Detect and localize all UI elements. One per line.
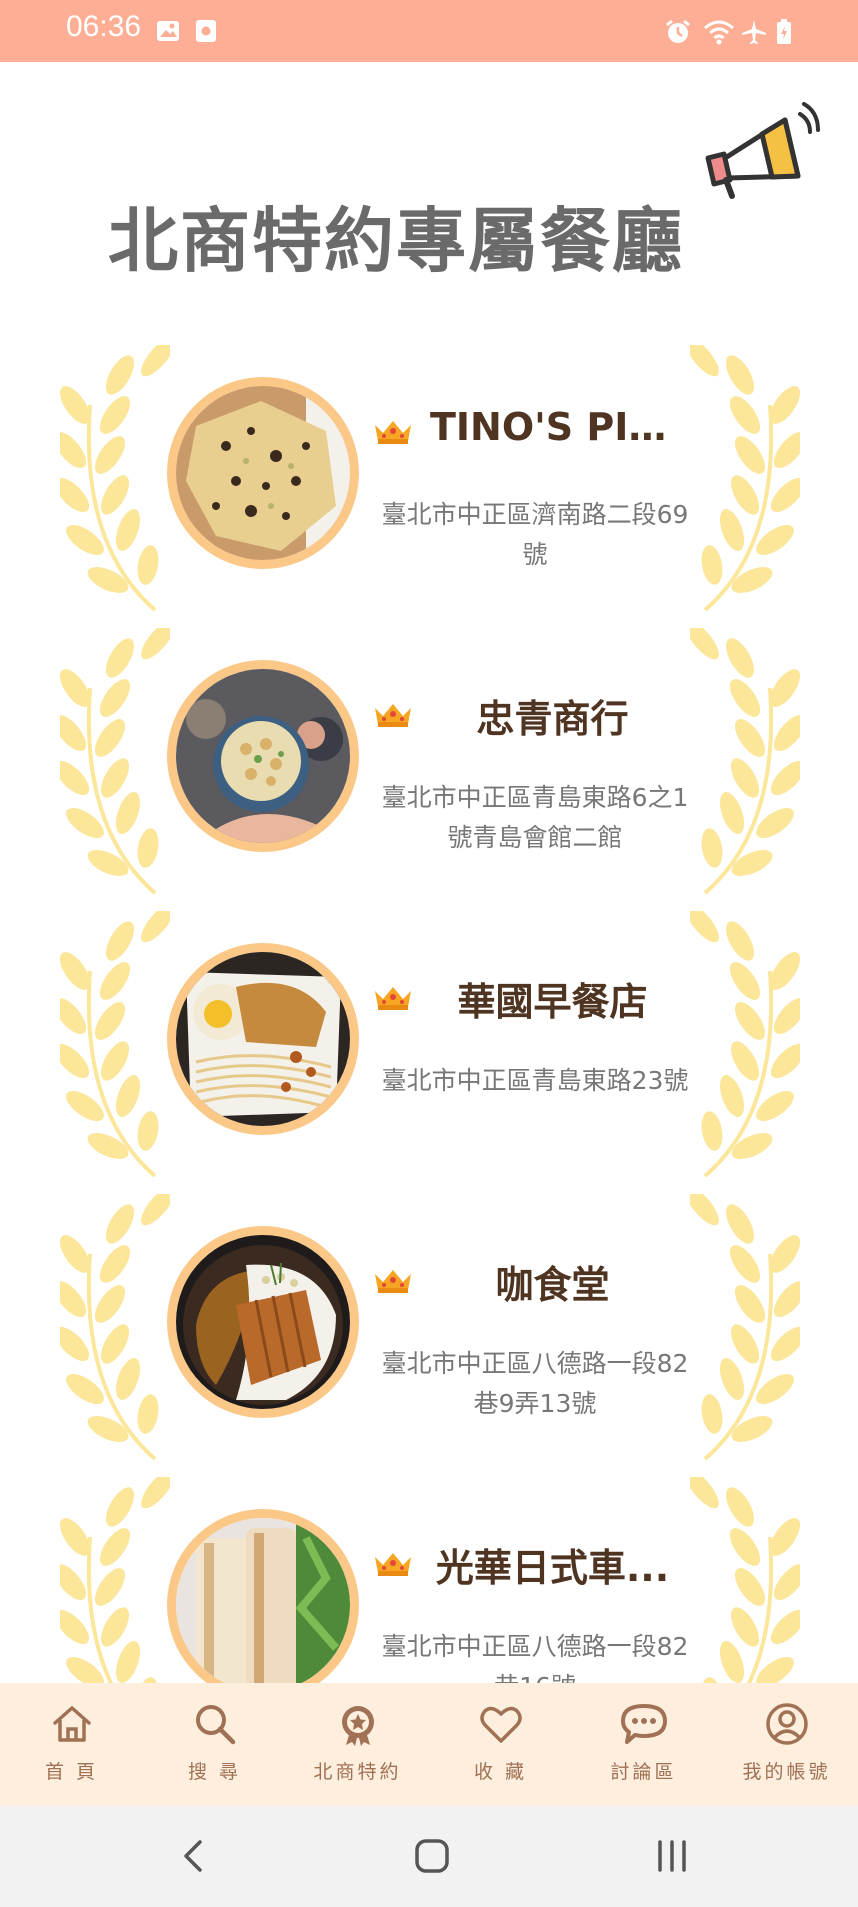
crown-icon xyxy=(373,700,413,732)
status-time: 06:36 xyxy=(66,10,142,43)
laurel-left-icon xyxy=(60,911,170,1178)
restaurant-address: 臺北市中正區青島東路23號 xyxy=(381,1066,689,1095)
airplane-icon xyxy=(740,18,768,50)
restaurant-card[interactable]: TINO'S PIZ... 臺北市中正區濟南路二段69號 xyxy=(0,335,858,618)
restaurant-card[interactable]: 華國早餐店 臺北市中正區青島東路23號 xyxy=(0,901,858,1184)
image-icon xyxy=(155,18,181,48)
alarm-icon xyxy=(664,18,692,50)
search-icon xyxy=(143,1701,286,1751)
restaurant-address: 臺北市中正區濟南路二段69號 xyxy=(381,500,689,569)
laurel-right-icon xyxy=(690,1194,800,1461)
restaurant-photo-rice-bowl[interactable] xyxy=(167,660,359,852)
restaurant-photo-pizza[interactable] xyxy=(167,377,359,569)
crown-icon xyxy=(373,1266,413,1298)
nav-label: 討論區 xyxy=(610,1761,677,1783)
restaurant-photo-noodles-egg[interactable] xyxy=(167,943,359,1135)
nav-account[interactable]: 我的帳號 xyxy=(715,1701,858,1784)
laurel-left-icon xyxy=(60,345,170,612)
battery-icon xyxy=(775,18,793,50)
laurel-left-icon xyxy=(60,1194,170,1461)
nav-label: 搜 尋 xyxy=(187,1761,242,1783)
restaurant-address: 臺北市中正區八德路一段82巷16號 xyxy=(381,1632,689,1685)
restaurant-list[interactable]: TINO'S PIZ... 臺北市中正區濟南路二段69號 忠青商行 臺北市中正區… xyxy=(0,335,858,1685)
restaurant-address: 臺北市中正區八德路一段82巷9弄13號 xyxy=(381,1349,689,1418)
nav-label: 首 頁 xyxy=(44,1761,99,1783)
nav-home[interactable]: 首 頁 xyxy=(0,1701,143,1784)
nav-label: 北商特約 xyxy=(313,1761,402,1783)
nav-label: 收 藏 xyxy=(473,1761,528,1783)
home-button-icon[interactable] xyxy=(412,1836,452,1880)
status-bar: 06:36 xyxy=(0,0,858,62)
restaurant-photo-wheel-cake[interactable] xyxy=(167,1509,359,1685)
crown-icon xyxy=(373,983,413,1015)
laurel-right-icon xyxy=(690,628,800,895)
nav-forum[interactable]: 討論區 xyxy=(572,1701,715,1784)
nav-label: 我的帳號 xyxy=(742,1761,831,1783)
crown-icon xyxy=(373,417,413,449)
nav-partner[interactable]: 北商特約 xyxy=(286,1701,429,1784)
wifi-icon xyxy=(703,18,735,50)
system-nav-bar xyxy=(0,1806,858,1907)
restaurant-address: 臺北市中正區青島東路6之1號青島會館二館 xyxy=(381,783,689,852)
restaurant-name[interactable]: 華國早餐店 xyxy=(430,971,675,1026)
page-title: 北商特約專屬餐廳 xyxy=(108,200,684,282)
restaurant-name[interactable]: 忠青商行 xyxy=(430,688,675,743)
laurel-right-icon xyxy=(690,345,800,612)
heart-icon xyxy=(429,1701,572,1751)
restaurant-card[interactable]: 忠青商行 臺北市中正區青島東路6之1號青島會館二館 xyxy=(0,618,858,901)
account-icon xyxy=(715,1701,858,1751)
back-icon[interactable] xyxy=(178,1836,208,1880)
restaurant-photo-katsu-curry[interactable] xyxy=(167,1226,359,1418)
recents-icon[interactable] xyxy=(654,1836,690,1880)
laurel-right-icon xyxy=(690,911,800,1178)
record-icon xyxy=(193,18,219,48)
restaurant-card[interactable]: 光華日式車... 臺北市中正區八德路一段82巷16號 xyxy=(0,1467,858,1685)
badge-icon xyxy=(286,1701,429,1751)
restaurant-name[interactable]: TINO'S PIZ... xyxy=(430,405,675,449)
crown-icon xyxy=(373,1549,413,1581)
laurel-left-icon xyxy=(60,1477,170,1685)
nav-search[interactable]: 搜 尋 xyxy=(143,1701,286,1784)
restaurant-card[interactable]: 咖食堂 臺北市中正區八德路一段82巷9弄13號 xyxy=(0,1184,858,1467)
restaurant-name[interactable]: 光華日式車... xyxy=(430,1537,675,1592)
laurel-left-icon xyxy=(60,628,170,895)
bottom-nav: 首 頁 搜 尋 北商特約 收 藏 討論區 我的帳號 xyxy=(0,1683,858,1806)
megaphone-icon xyxy=(700,98,825,212)
restaurant-name[interactable]: 咖食堂 xyxy=(430,1254,675,1309)
nav-favorites[interactable]: 收 藏 xyxy=(429,1701,572,1784)
chat-icon xyxy=(572,1701,715,1751)
laurel-right-icon xyxy=(690,1477,800,1685)
home-icon xyxy=(0,1701,143,1751)
